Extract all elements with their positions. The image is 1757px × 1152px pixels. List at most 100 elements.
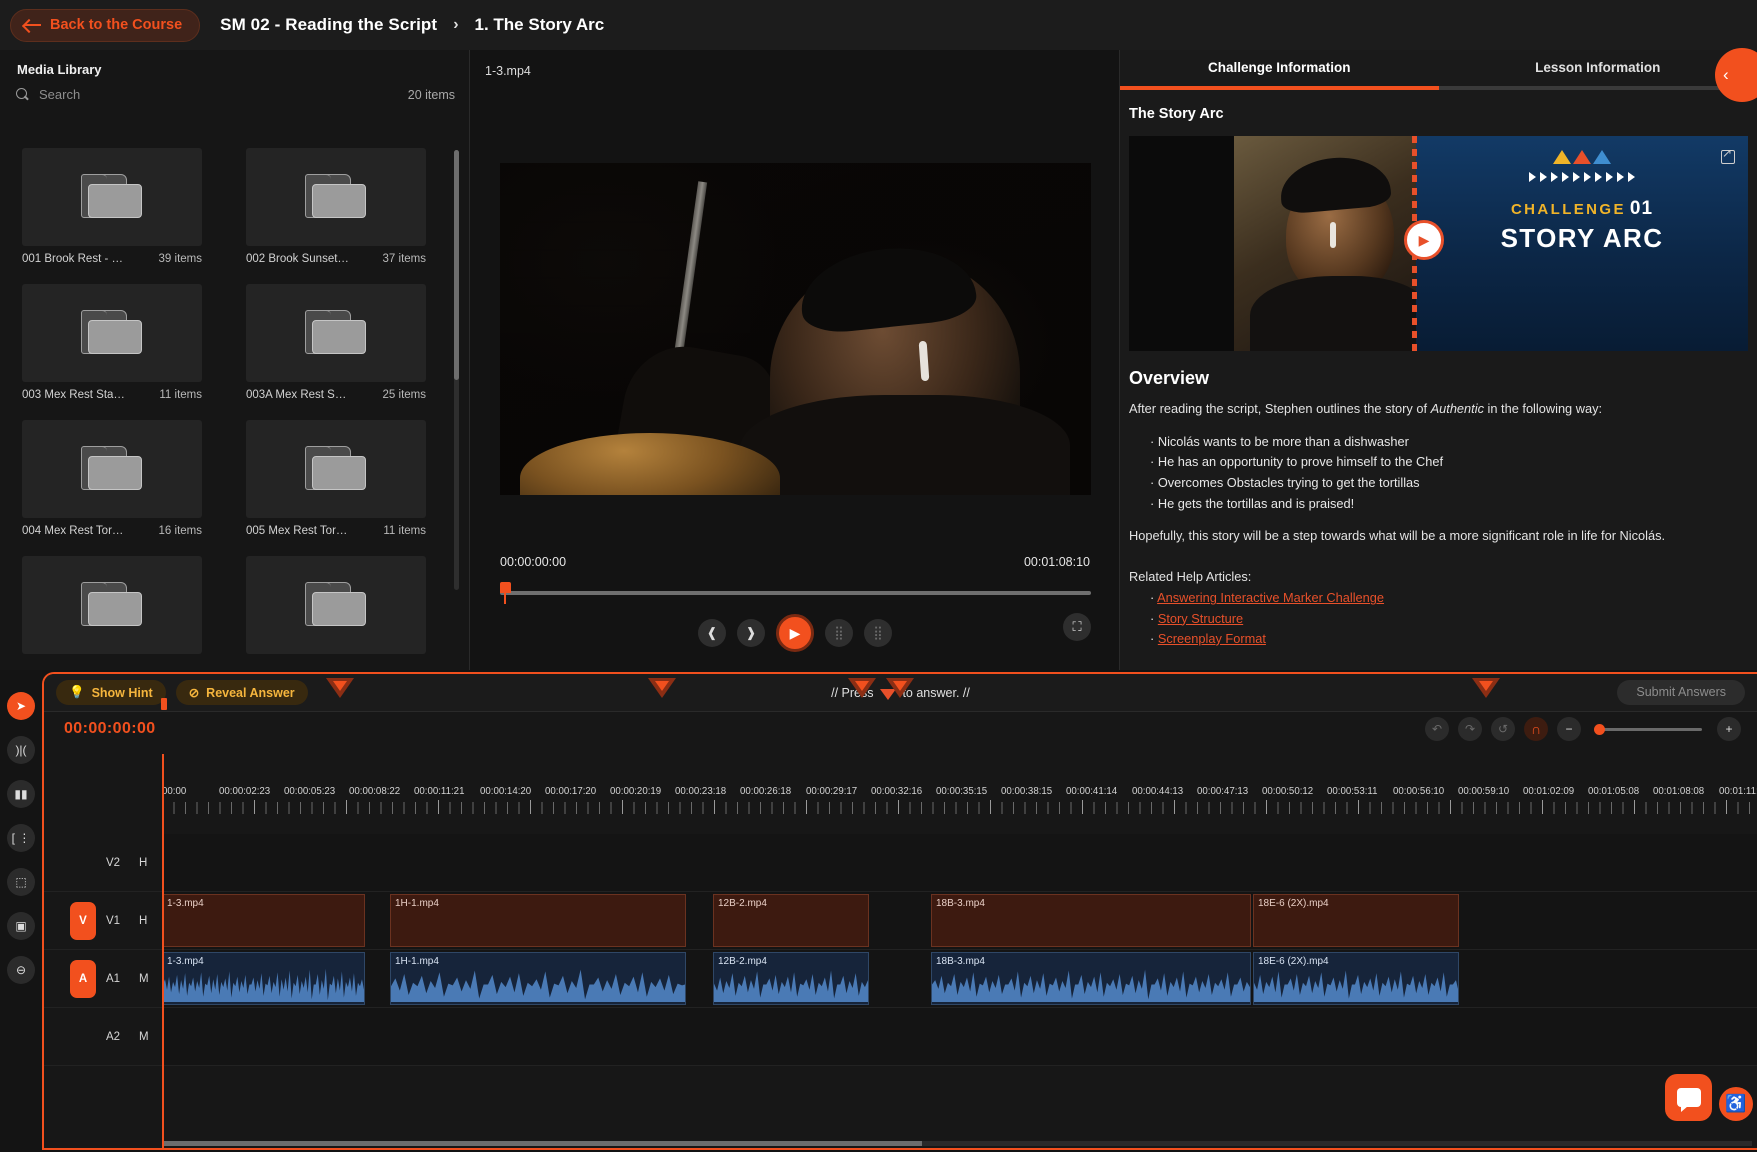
video-clip[interactable]: 1H-1.mp4: [390, 894, 686, 947]
folder-item[interactable]: 001 Brook Rest - … 39 items: [22, 148, 202, 265]
related-link[interactable]: Story Structure: [1158, 611, 1243, 626]
track-body[interactable]: 1-3.mp4 1H-1.mp4 12B-2.mp4 18B-3.mp4 18E…: [162, 892, 1757, 949]
folder-item[interactable]: [22, 556, 202, 654]
play-button[interactable]: ▶: [776, 614, 814, 652]
folder-item[interactable]: [246, 556, 426, 654]
overwrite-icon[interactable]: ⣿: [864, 619, 892, 647]
insert-icon[interactable]: ⣿: [825, 619, 853, 647]
folder-thumbnail[interactable]: [22, 148, 202, 246]
zoom-out-button[interactable]: −: [1557, 717, 1581, 741]
zoom-in-button[interactable]: +: [1717, 717, 1741, 741]
folder-meta: 001 Brook Rest - … 39 items: [22, 253, 202, 265]
folder-item[interactable]: 002 Brook Sunset… 37 items: [246, 148, 426, 265]
timeline-marker[interactable]: [886, 678, 914, 698]
chat-icon[interactable]: [1665, 1074, 1712, 1121]
show-hint-button[interactable]: 💡 Show Hint: [56, 680, 166, 705]
marquee-tool[interactable]: ⬚: [7, 868, 35, 896]
hero-title-card: CHALLENGE 01 STORY ARC: [1412, 136, 1748, 351]
mark-out-button[interactable]: ❱: [737, 619, 765, 647]
redo-button[interactable]: ↷: [1458, 717, 1482, 741]
track-lock[interactable]: H: [139, 857, 147, 869]
breadcrumb-lesson[interactable]: 1. The Story Arc: [475, 15, 605, 35]
challenge-hero[interactable]: CHALLENGE 01 STORY ARC ▶: [1129, 136, 1748, 351]
folder-icon: [305, 174, 367, 220]
breadcrumb-course[interactable]: SM 02 - Reading the Script: [220, 15, 437, 35]
track-lock[interactable]: H: [139, 915, 147, 927]
playhead[interactable]: [162, 754, 164, 1148]
folder-thumbnail[interactable]: [22, 556, 202, 654]
folder-meta: 003A Mex Rest S… 25 items: [246, 389, 426, 401]
audio-clip[interactable]: 12B-2.mp4: [713, 952, 869, 1005]
timeline-marker[interactable]: [1472, 678, 1500, 698]
timeline-scrollbar[interactable]: [162, 1141, 1752, 1146]
timeline-ruler[interactable]: 00:00 00:00:02:23 00:00:05:23 00:00:08:2…: [162, 780, 1757, 826]
zoom-slider[interactable]: [1594, 723, 1702, 735]
track-body[interactable]: [162, 1008, 1757, 1065]
timeline-tool-rail: ➤ )|( ▮▮ [ ⋮ ⬚ ▣ ⊖: [0, 670, 42, 1152]
overview-bullets: Nicolás wants to be more than a dishwash…: [1120, 419, 1757, 515]
scrubber-track[interactable]: [500, 591, 1091, 595]
video-canvas[interactable]: [500, 163, 1091, 495]
ruler-tick-label: 00:01:11:07: [1719, 786, 1757, 797]
folder-thumbnail[interactable]: [246, 148, 426, 246]
track-mute[interactable]: M: [139, 1031, 149, 1043]
folder-item[interactable]: 004 Mex Rest Tor… 16 items: [22, 420, 202, 537]
history-button[interactable]: ↺: [1491, 717, 1515, 741]
folder-icon: [81, 582, 143, 628]
folder-thumbnail[interactable]: [246, 284, 426, 382]
track-enable-toggle[interactable]: V: [70, 902, 96, 940]
timeline-marker[interactable]: [848, 678, 876, 698]
arrow-left-icon: [24, 18, 41, 32]
media-scrollbar[interactable]: [454, 150, 459, 590]
folder-meta: 002 Brook Sunset… 37 items: [246, 253, 426, 265]
select-tool[interactable]: ➤: [7, 692, 35, 720]
ruler-tick-label: 00:00:35:15: [936, 786, 988, 797]
snap-toggle-button[interactable]: ∩: [1524, 717, 1548, 741]
split-tool[interactable]: ▮▮: [7, 780, 35, 808]
undo-button[interactable]: ↶: [1425, 717, 1449, 741]
video-clip[interactable]: 18B-3.mp4: [931, 894, 1251, 947]
back-to-course-button[interactable]: Back to the Course: [10, 8, 201, 42]
video-clip[interactable]: 12B-2.mp4: [713, 894, 869, 947]
fullscreen-button[interactable]: ⛶: [1063, 613, 1091, 641]
related-link[interactable]: Answering Interactive Marker Challenge: [1157, 590, 1384, 605]
related-link[interactable]: Screenplay Format: [1158, 631, 1266, 646]
playhead-handle[interactable]: [161, 698, 167, 710]
folder-thumbnail[interactable]: [22, 284, 202, 382]
timeline-marker[interactable]: [648, 678, 676, 698]
tab-lesson-information[interactable]: Lesson Information: [1439, 50, 1757, 86]
mark-in-button[interactable]: ❰: [698, 619, 726, 647]
folder-thumbnail[interactable]: [246, 420, 426, 518]
track-mute[interactable]: M: [139, 973, 149, 985]
ruler-tick-label: 00:00:53:11: [1327, 786, 1378, 797]
audio-clip[interactable]: 18E-6 (2X).mp4: [1253, 952, 1459, 1005]
audio-clip[interactable]: 18B-3.mp4: [931, 952, 1251, 1005]
folder-thumbnail[interactable]: [246, 556, 426, 654]
expand-icon[interactable]: [1721, 146, 1735, 164]
track-body[interactable]: 1-3.mp4 1H-1.mp4 12B-2.mp4 18B-3.mp4 18E…: [162, 950, 1757, 1007]
hero-play-button[interactable]: ▶: [1404, 220, 1444, 260]
folder-count: 11 items: [383, 525, 426, 537]
folder-item[interactable]: 003A Mex Rest S… 25 items: [246, 284, 426, 401]
timeline-marker[interactable]: [326, 678, 354, 698]
range-tool[interactable]: [ ⋮: [7, 824, 35, 852]
video-clip[interactable]: 18E-6 (2X).mp4: [1253, 894, 1459, 947]
media-item-count: 20 items: [407, 87, 455, 102]
accessibility-icon[interactable]: ♿: [1719, 1087, 1753, 1121]
video-clip[interactable]: 1-3.mp4: [162, 894, 365, 947]
tab-challenge-information[interactable]: Challenge Information: [1120, 50, 1439, 86]
folder-item[interactable]: 003 Mex Rest Sta… 11 items: [22, 284, 202, 401]
track-enable-toggle[interactable]: A: [70, 960, 96, 998]
folder-thumbnail[interactable]: [22, 420, 202, 518]
track-body[interactable]: [162, 834, 1757, 891]
audio-clip[interactable]: 1-3.mp4: [162, 952, 365, 1005]
search-input[interactable]: [39, 87, 408, 102]
trim-tool[interactable]: )|(: [7, 736, 35, 764]
waveform: [163, 967, 364, 1002]
audio-clip[interactable]: 1H-1.mp4: [390, 952, 686, 1005]
player-scrubber[interactable]: [500, 580, 1091, 604]
folder-item[interactable]: 005 Mex Rest Tor… 11 items: [246, 420, 426, 537]
snapshot-tool[interactable]: ▣: [7, 912, 35, 940]
minus-tool[interactable]: ⊖: [7, 956, 35, 984]
scrubber-handle[interactable]: [500, 582, 511, 604]
